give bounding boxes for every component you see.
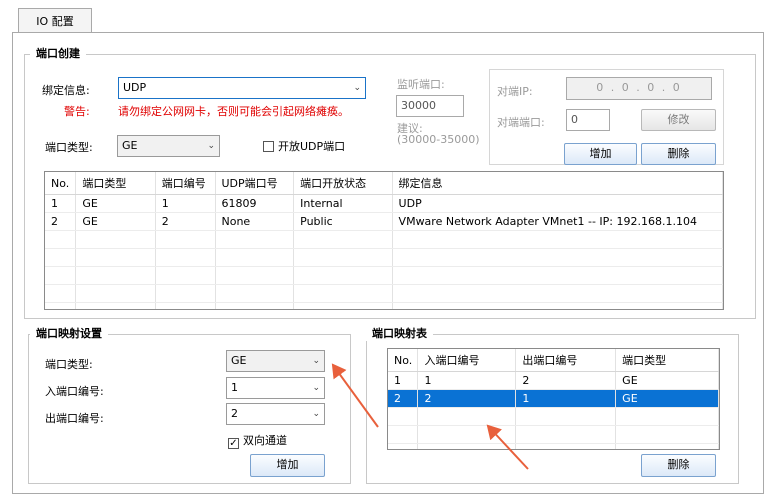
arrow-annotation-layer [331,363,529,470]
arrow-annotation [486,424,529,470]
arrow-annotation [331,363,379,428]
